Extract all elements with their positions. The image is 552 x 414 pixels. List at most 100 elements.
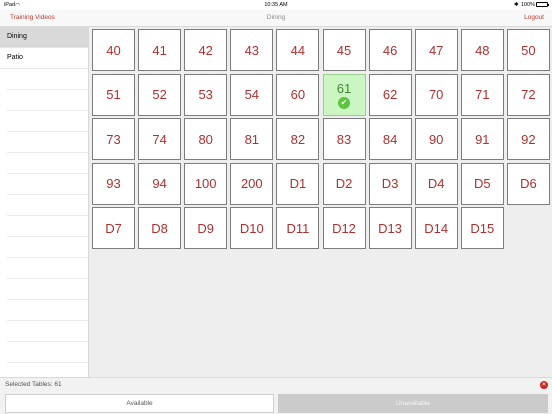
table-tile[interactable]: D1 (276, 162, 320, 205)
sidebar-empty-row (7, 111, 88, 132)
section-sidebar: Dining Patio (0, 27, 89, 377)
table-number: 92 (521, 131, 536, 147)
table-number: 41 (152, 42, 167, 58)
table-tile[interactable]: 51 (92, 73, 135, 116)
table-tile[interactable]: 90 (414, 118, 458, 160)
table-tile[interactable]: 45 (322, 29, 366, 71)
table-number: 82 (290, 131, 306, 147)
table-tile[interactable]: 61 ✔ (322, 73, 366, 116)
table-number: D10 (239, 220, 264, 236)
sidebar-empty-row (7, 300, 88, 321)
sidebar-item-patio[interactable]: Patio (0, 48, 88, 69)
battery-icon (536, 2, 549, 7)
unavailable-button[interactable]: Unavailable (278, 394, 548, 413)
logout-link[interactable]: Logout (524, 14, 544, 21)
table-number: 90 (428, 131, 444, 147)
table-tile[interactable]: 48 (460, 29, 504, 71)
clear-selection-icon[interactable]: ✕ (540, 381, 548, 389)
table-tile[interactable]: 44 (276, 29, 320, 71)
table-number: 84 (382, 131, 398, 147)
table-tile[interactable]: 70 (414, 73, 458, 116)
table-tile[interactable]: 100 (184, 162, 228, 205)
table-tile[interactable]: 46 (368, 29, 412, 71)
table-tile[interactable]: 52 (138, 73, 182, 116)
page-title: Dining (266, 14, 286, 21)
table-tile[interactable]: 40 (92, 29, 135, 71)
table-tile[interactable]: 41 (138, 29, 182, 71)
table-tile[interactable]: 53 (184, 73, 228, 116)
table-number: D14 (424, 220, 449, 236)
table-tile[interactable]: 60 (276, 73, 320, 116)
table-tile[interactable]: 47 (414, 29, 458, 71)
table-tile[interactable]: 74 (138, 118, 182, 160)
sidebar-empty-row (7, 90, 88, 111)
table-tile[interactable]: 42 (184, 29, 228, 71)
table-tile[interactable]: D14 (414, 207, 458, 249)
table-number: D9 (197, 220, 214, 236)
table-tile[interactable]: D11 (276, 207, 320, 249)
sidebar-empty-row (7, 237, 88, 258)
table-tile[interactable]: D6 (506, 162, 550, 205)
table-number: D5 (473, 176, 491, 191)
table-tile[interactable]: D10 (230, 207, 274, 249)
table-number: D6 (520, 176, 537, 191)
table-tile[interactable]: D2 (322, 162, 366, 205)
sidebar-item-dining[interactable]: Dining (0, 27, 88, 48)
table-tile[interactable]: 200 (230, 162, 274, 205)
table-number: D1 (289, 176, 307, 191)
table-tile[interactable]: 82 (276, 118, 320, 160)
table-number: D13 (378, 220, 403, 236)
navigation-bar: Training Videos Dining Logout (0, 10, 552, 27)
table-number: 52 (152, 87, 167, 102)
sidebar-empty-row (7, 195, 88, 216)
table-tile[interactable]: D8 (138, 207, 182, 249)
table-tile[interactable]: 43 (230, 29, 274, 71)
table-tile[interactable]: 83 (322, 118, 366, 160)
table-number: 42 (198, 42, 213, 58)
table-number: 47 (428, 42, 444, 58)
table-number: 50 (521, 42, 536, 58)
sidebar-empty-row (7, 279, 88, 300)
selected-tables-label: Selected Tables: 61 (5, 381, 62, 388)
table-tile[interactable]: 71 (460, 73, 504, 116)
table-number: D2 (335, 176, 353, 191)
table-number: 100 (194, 176, 217, 191)
table-tile[interactable]: D7 (92, 207, 135, 249)
table-number: 70 (428, 87, 444, 102)
table-tile[interactable]: 81 (230, 118, 274, 160)
table-number: 73 (106, 131, 121, 147)
table-tile[interactable]: 91 (460, 118, 504, 160)
table-number: D8 (151, 220, 168, 236)
table-number: D15 (470, 220, 495, 236)
table-tile[interactable]: 80 (184, 118, 228, 160)
sidebar-empty-row (7, 69, 88, 90)
table-tile[interactable]: 84 (368, 118, 412, 160)
table-tile[interactable]: 93 (92, 162, 135, 205)
table-number: 94 (152, 176, 167, 191)
clock: 10:35 AM (264, 2, 288, 8)
table-tile[interactable]: D13 (368, 207, 412, 249)
table-number: 60 (290, 87, 306, 102)
available-button[interactable]: Available (5, 394, 274, 413)
table-number: D12 (332, 220, 356, 236)
table-tile[interactable]: D9 (184, 207, 228, 249)
table-tile[interactable]: D15 (460, 207, 504, 249)
table-number: 48 (475, 42, 490, 58)
table-tile[interactable]: 50 (506, 29, 550, 71)
table-tile[interactable]: 94 (138, 162, 182, 205)
table-number: 46 (382, 42, 398, 58)
table-tile[interactable]: D12 (322, 207, 366, 249)
table-number: D4 (427, 176, 445, 191)
sidebar-empty-row (7, 132, 88, 153)
table-number: 72 (521, 87, 536, 102)
sidebar-empty-row (7, 216, 88, 237)
status-bar: iPad ◠ 10:35 AM ✱ 100% (0, 0, 552, 10)
table-tile[interactable]: 92 (506, 118, 550, 160)
table-tile[interactable]: D3 (368, 162, 412, 205)
table-tile[interactable]: 54 (230, 73, 274, 116)
table-tile[interactable]: D5 (460, 162, 504, 205)
table-tile[interactable]: 73 (92, 118, 135, 160)
table-tile[interactable]: 72 (506, 73, 550, 116)
table-tile[interactable]: D4 (414, 162, 458, 205)
table-tile[interactable]: 62 (368, 73, 412, 116)
